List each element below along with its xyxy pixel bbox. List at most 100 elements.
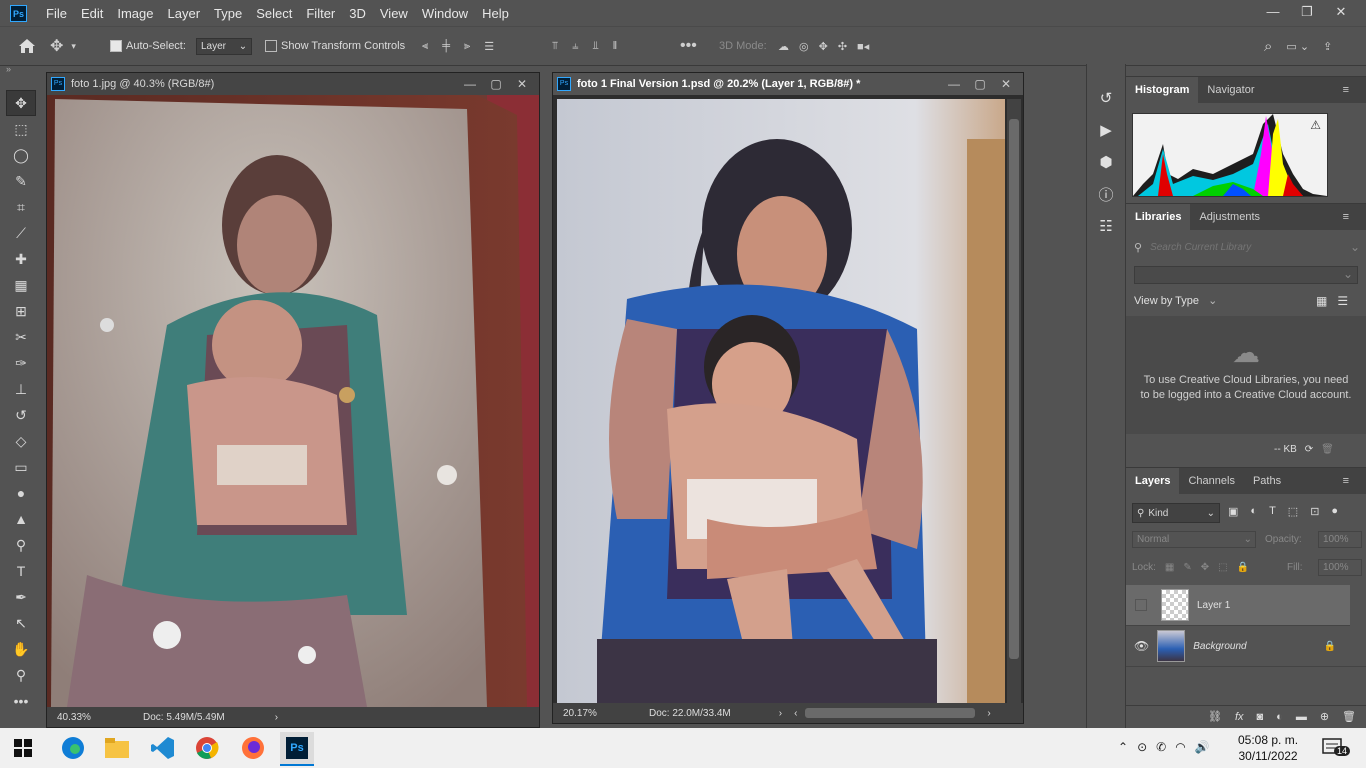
align-top-icon[interactable]: ⫪	[552, 40, 558, 53]
3d-scale-icon[interactable]: ■◂	[857, 40, 869, 53]
zoom-tool[interactable]: ⚲	[6, 662, 36, 688]
layer-name[interactable]: Background	[1193, 641, 1246, 652]
doc2-horizontal-scroll-thumb[interactable]	[805, 708, 976, 718]
eyedropper-tool[interactable]: ⟋	[6, 220, 36, 246]
patch-tool[interactable]: ▦	[6, 272, 36, 298]
doc2-zoom[interactable]: 20.17%	[563, 708, 633, 719]
vscode-icon[interactable]	[146, 732, 180, 764]
doc2-restore-button[interactable]: ▢	[967, 73, 993, 95]
puppet-warp-tool[interactable]: ✂	[6, 324, 36, 350]
tab-layers[interactable]: Layers	[1126, 468, 1180, 494]
menu-edit[interactable]: Edit	[81, 6, 103, 21]
delete-library-icon[interactable]: 🗑	[1321, 444, 1334, 455]
type-tool[interactable]: T	[6, 558, 36, 584]
document-1-canvas[interactable]	[47, 95, 539, 707]
menu-window[interactable]: Window	[422, 6, 468, 21]
sharpen-tool[interactable]: ▲	[6, 506, 36, 532]
align-right-icon[interactable]: ⫸	[464, 40, 470, 53]
tab-libraries[interactable]: Libraries	[1126, 204, 1191, 230]
adjustment-layer-icon[interactable]: ◐	[1276, 711, 1283, 723]
doc2-vertical-scroll-thumb[interactable]	[1009, 119, 1019, 659]
home-icon[interactable]	[18, 27, 36, 65]
filter-toggle-icon[interactable]: ●	[1331, 505, 1338, 518]
tab-navigator[interactable]: Navigator	[1198, 77, 1263, 103]
align-middle-icon[interactable]: ⫨	[572, 40, 578, 53]
align-center-icon[interactable]: ╪	[442, 40, 450, 52]
tray-overflow-icon[interactable]: ⌃	[1118, 740, 1128, 754]
doc2-minimize-button[interactable]: —	[941, 73, 967, 95]
tray-app-icon[interactable]: ⊙	[1137, 740, 1147, 754]
info-icon[interactable]: ⓘ	[1087, 178, 1125, 210]
lock-artboard-icon[interactable]: ⬚	[1218, 562, 1227, 573]
photoshop-taskbar-icon[interactable]: Ps	[280, 732, 314, 766]
histogram-warning-icon[interactable]: ⚠	[1310, 118, 1321, 132]
document-2-canvas[interactable]	[557, 99, 1005, 703]
tab-channels[interactable]: Channels	[1179, 468, 1243, 494]
3d-orbit-icon[interactable]: ☁	[778, 40, 789, 53]
document-1-titlebar[interactable]: Ps foto 1.jpg @ 40.3% (RGB/8#) — ▢ ✕	[47, 73, 539, 95]
menu-3d[interactable]: 3D	[349, 6, 366, 21]
tab-histogram[interactable]: Histogram	[1126, 77, 1199, 103]
fill-input[interactable]: 100%	[1318, 559, 1362, 576]
firefox-icon[interactable]	[236, 732, 270, 764]
layer-row[interactable]: Layer 1	[1126, 585, 1350, 626]
minimize-button[interactable]: —	[1256, 0, 1290, 26]
tab-paths[interactable]: Paths	[1244, 468, 1290, 494]
align-left-icon[interactable]: ⫷	[422, 40, 428, 53]
doc2-scroll-right-icon[interactable]: ›	[987, 708, 990, 719]
menu-type[interactable]: Type	[214, 6, 242, 21]
lock-position-icon[interactable]: ✥	[1201, 562, 1209, 573]
document-window-1[interactable]: Ps foto 1.jpg @ 40.3% (RGB/8#) — ▢ ✕ 40.…	[46, 72, 540, 728]
path-select-tool[interactable]: ↖	[6, 610, 36, 636]
menu-select[interactable]: Select	[256, 6, 292, 21]
file-explorer-icon[interactable]	[100, 732, 134, 764]
delete-layer-icon[interactable]: 🗑	[1342, 710, 1356, 723]
distribute-vertical-icon[interactable]: ‖	[613, 40, 618, 52]
healing-brush-tool[interactable]: ✚	[6, 246, 36, 272]
3d-roll-icon[interactable]: ◎	[799, 40, 809, 53]
menu-view[interactable]: View	[380, 6, 408, 21]
doc1-status-arrow-icon[interactable]: ›	[275, 712, 278, 723]
gradient-tool[interactable]: ▭	[6, 454, 36, 480]
histogram-panel-menu-icon[interactable]: ≡	[1334, 77, 1358, 103]
menu-layer[interactable]: Layer	[168, 6, 201, 21]
menu-file[interactable]: File	[46, 6, 67, 21]
doc2-vertical-scrollbar[interactable]	[1007, 99, 1021, 703]
more-options-icon[interactable]: •••	[680, 27, 697, 65]
new-group-icon[interactable]: ▬	[1296, 711, 1307, 723]
tray-network-icon[interactable]: ✆	[1156, 740, 1166, 754]
search-icon[interactable]: ⌕	[1264, 38, 1272, 55]
dodge-tool[interactable]: ⚲	[6, 532, 36, 558]
lock-transparent-icon[interactable]: ▦	[1165, 562, 1174, 573]
library-search-input[interactable]	[1148, 240, 1350, 254]
show-transform-checkbox[interactable]	[265, 40, 277, 52]
properties-icon[interactable]: ☷	[1087, 210, 1125, 242]
move-tool-icon[interactable]: ✥ ▾	[50, 27, 76, 65]
blend-mode-dropdown[interactable]: Normal ⌄	[1132, 531, 1256, 548]
view-by-type-dropdown[interactable]: View by Type	[1134, 295, 1199, 307]
layer-visibility-toggle[interactable]	[1135, 599, 1147, 611]
actions-play-icon[interactable]: ▶	[1087, 114, 1125, 146]
tray-wifi-icon[interactable]: ◠	[1175, 740, 1185, 754]
grid-view-icon[interactable]: ▦	[1316, 294, 1327, 308]
filter-adjustment-icon[interactable]: ◐	[1250, 505, 1257, 518]
doc1-close-button[interactable]: ✕	[509, 73, 535, 95]
share-icon[interactable]: ⇪	[1323, 40, 1332, 53]
layer-row[interactable]: 👁 Background 🔒	[1126, 626, 1366, 667]
doc1-minimize-button[interactable]: —	[457, 73, 483, 95]
clone-stamp-tool[interactable]: ⊥	[6, 376, 36, 402]
brush-tool[interactable]: ✑	[6, 350, 36, 376]
layer-filter-kind-dropdown[interactable]: ⚲ Kind ⌄	[1132, 503, 1220, 523]
3d-slide-icon[interactable]: ✣	[838, 40, 847, 53]
doc2-close-button[interactable]: ✕	[993, 73, 1019, 95]
eraser-tool[interactable]: ◇	[6, 428, 36, 454]
blur-tool[interactable]: ●	[6, 480, 36, 506]
hand-tool[interactable]: ✋	[6, 636, 36, 662]
start-button[interactable]	[6, 732, 40, 764]
doc2-scroll-left-icon[interactable]: ‹	[794, 708, 797, 719]
move-tool[interactable]: ✥	[6, 90, 36, 116]
layer-style-icon[interactable]: fx	[1235, 711, 1244, 723]
link-layers-icon[interactable]: ⛓	[1208, 710, 1222, 723]
auto-select-dropdown[interactable]: Layer ⌄	[196, 37, 253, 55]
list-view-icon[interactable]: ☰	[1337, 294, 1348, 308]
